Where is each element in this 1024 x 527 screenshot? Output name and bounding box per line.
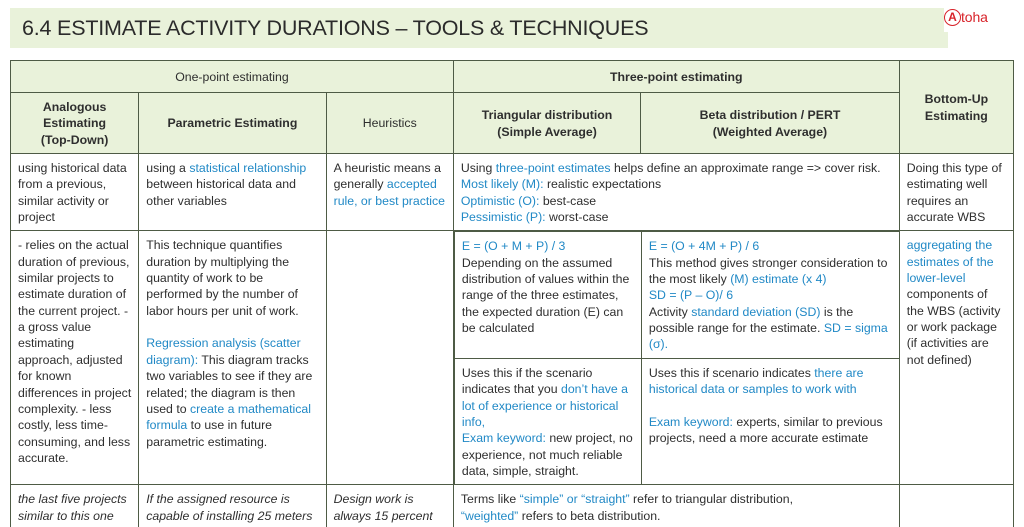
table-group-header-row: One-point estimating Three-point estimat… (10, 59, 1015, 155)
parametric-detail-p2: Regression analysis (scatter diagram): T… (146, 335, 318, 449)
triangular-exam-keyword-label: Exam keyword: (461, 431, 546, 446)
parametric-detail-p1: This technique quantifies duration by mu… (146, 238, 299, 318)
beta-formula-sd: SD = (P – O)/ 6 (648, 288, 734, 303)
optimistic-text: best-case (539, 193, 597, 208)
beta-formula-text2: Activity standard deviation (SD) is the … (649, 304, 893, 353)
header-bottom-up-estimating: Bottom-Up Estimating (898, 59, 1015, 155)
beta-text2-part1: Activity (648, 304, 692, 319)
table-row-definition: using historical data from a previous, s… (9, 153, 1015, 232)
cell-three-point-detail-group: E = (O + M + P) / 3 Depending on the ass… (452, 230, 900, 486)
atoha-logo: A toha (944, 2, 1018, 32)
logo-wordmark: toha (961, 9, 988, 25)
cell-heuristics-definition: A heuristic means a generally accepted r… (325, 153, 454, 232)
parametric-def-part1: using a (146, 161, 190, 176)
cell-analogous-definition: using historical data from a previous, s… (9, 153, 140, 232)
header-analogous-line3: (Top-Down) (40, 132, 109, 147)
three-point-line-1: Using three-point estimates helps define… (461, 160, 892, 176)
triangular-formula: E = (O + M + P) / 3 (461, 239, 566, 254)
three-point-line-2: Most likely (M): realistic expectations (461, 176, 892, 192)
cell-analogous-example: the last five projects similar to this o… (9, 484, 140, 527)
terms-line-1: Terms like “simple” or “straight” refer … (461, 491, 892, 507)
terms-line1-highlight: “simple” or “straight” (519, 492, 630, 507)
terms-line2-highlight: “weighted” (460, 508, 519, 523)
beta-usage-text: Uses this if scenario indicates there ar… (649, 365, 893, 398)
optimistic-label: Optimistic (O): (460, 193, 540, 208)
header-beta-distribution-pert: Beta distribution / PERT (Weighted Avera… (640, 91, 900, 155)
table-row-detail: - relies on the actual duration of previ… (9, 230, 1015, 486)
logo-letter-a: A (944, 8, 961, 26)
three-point-formula-row: E = (O + M + P) / 3 Depending on the ass… (453, 231, 900, 359)
header-parametric-estimating: Parametric Estimating (138, 91, 327, 155)
cell-heuristics-example: Design work is always 15 percent of the … (325, 484, 454, 527)
header-bottom-up-line1: Bottom-Up (924, 92, 989, 107)
beta-usage-part1: Uses this if scenario indicates (648, 365, 815, 380)
cell-triangular-usage: Uses this if the scenario indicates that… (453, 357, 642, 485)
cell-beta-formula: E = (O + 4M + P) / 6 This method gives s… (640, 231, 900, 359)
beta-formula-text1: This method gives stronger consideration… (649, 255, 893, 288)
page-title: 6.4 ESTIMATE ACTIVITY DURATIONS – TOOLS … (22, 15, 649, 40)
header-triangular-distribution: Triangular distribution (Simple Average) (452, 91, 642, 155)
cell-heuristics-detail-empty (325, 230, 454, 486)
beta-exam-keyword-line: Exam keyword: experts, similar to previo… (649, 414, 893, 447)
three-point-line1-part2: helps define an approximate range => cov… (610, 161, 881, 176)
header-triangular-line1: Triangular distribution (481, 108, 613, 123)
cell-bottom-up-definition: Doing this type of estimating well requi… (898, 153, 1015, 232)
cell-bottom-up-detail: aggregating the estimates of the lower-l… (898, 230, 1015, 486)
slide-title-bar: 6.4 ESTIMATE ACTIVITY DURATIONS – TOOLS … (10, 8, 948, 48)
parametric-def-part2: between historical data and other variab… (146, 177, 296, 208)
standard-deviation-highlight: standard deviation (SD) (691, 304, 821, 319)
triangular-formula-text: Depending on the assumed distribution of… (461, 255, 630, 336)
three-point-detail-subtable: E = (O + M + P) / 3 Depending on the ass… (453, 231, 900, 485)
cell-parametric-example: If the assigned resource is capable of i… (138, 484, 327, 527)
three-point-line-3: Optimistic (O): best-case (461, 193, 892, 209)
analogous-detail-text: - relies on the actual duration of previ… (18, 238, 132, 465)
pessimistic-label: Pessimistic (P): (460, 210, 546, 225)
beta-exam-keyword-label: Exam keyword: (648, 414, 733, 429)
pessimistic-text: worst-case (545, 210, 609, 225)
header-beta-line1: Beta distribution / PERT (699, 108, 841, 123)
header-three-point-estimating: Three-point estimating (452, 60, 900, 93)
header-one-point-estimating: One-point estimating (10, 60, 454, 93)
header-analogous-line1: Analogous (42, 100, 107, 114)
cell-analogous-detail: - relies on the actual duration of previ… (9, 230, 140, 486)
beta-formula-e: E = (O + 4M + P) / 6 (648, 239, 760, 254)
header-heuristics: Heuristics (325, 91, 454, 155)
three-point-usage-row: Uses this if the scenario indicates that… (453, 357, 900, 485)
cell-triangular-formula: E = (O + M + P) / 3 Depending on the ass… (453, 231, 642, 359)
terms-line-2: “weighted” refers to beta distribution. (461, 508, 892, 524)
techniques-table: One-point estimating Three-point estimat… (9, 59, 1015, 527)
cell-parametric-detail: This technique quantifies duration by mu… (138, 230, 327, 486)
terms-line1-part2: refer to triangular distribution, (629, 492, 793, 507)
beta-text1-highlight: (M) estimate (x 4) (730, 272, 827, 287)
header-beta-line2: (Weighted Average) (712, 124, 828, 139)
triangular-exam-keyword-line: Exam keyword: new project, no experience… (462, 430, 634, 479)
header-triangular-line2: (Simple Average) (497, 124, 597, 139)
table-row-examples: the last five projects similar to this o… (9, 484, 1015, 527)
header-analogous-estimating: Analogous Estimating (Top-Down) (9, 91, 140, 155)
most-likely-label: Most likely (M): (460, 177, 544, 192)
table-column-header-row: Analogous Estimating (Top-Down) Parametr… (9, 91, 1014, 155)
terms-line1-part1: Terms like (460, 492, 520, 507)
header-bottom-up-line2: Estimating (924, 108, 988, 123)
most-likely-text: realistic expectations (543, 177, 662, 192)
terms-line2-text: refers to beta distribution. (518, 508, 661, 523)
logo-mark: A toha (944, 8, 988, 26)
parametric-detail-spacer (146, 319, 318, 335)
bottom-up-highlight: aggregating the estimates of the lower-l… (906, 238, 994, 286)
header-analogous-line2: Estimating (43, 116, 107, 131)
three-point-line1-part1: Using (460, 161, 496, 176)
cell-beta-usage: Uses this if scenario indicates there ar… (640, 357, 900, 485)
cell-parametric-definition: using a statistical relationship between… (138, 153, 327, 232)
cell-three-point-example: Terms like “simple” or “straight” refer … (452, 484, 900, 527)
cell-bottom-up-example (898, 484, 1015, 527)
three-point-line1-highlight: three-point estimates (495, 161, 611, 176)
cell-three-point-definition: Using three-point estimates helps define… (452, 153, 900, 232)
bottom-up-rest: components of the WBS (activity or work … (906, 287, 1001, 367)
slide-page: 6.4 ESTIMATE ACTIVITY DURATIONS – TOOLS … (0, 0, 1024, 527)
three-point-line-4: Pessimistic (P): worst-case (461, 209, 892, 225)
parametric-def-highlight: statistical relationship (189, 161, 307, 176)
beta-usage-spacer (649, 398, 893, 414)
triangular-usage-text: Uses this if the scenario indicates that… (462, 365, 634, 430)
